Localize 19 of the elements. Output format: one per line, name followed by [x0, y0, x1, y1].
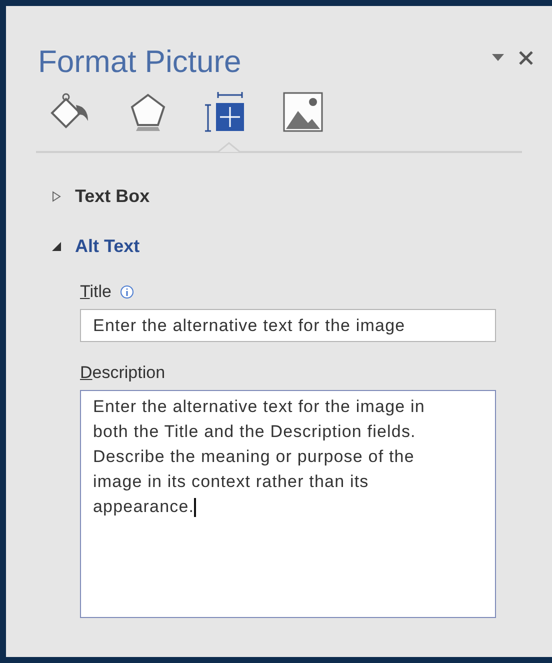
- dropdown-caret-icon[interactable]: [492, 54, 504, 62]
- title-field[interactable]: Enter the alternative text for the image: [80, 309, 496, 342]
- collapsed-triangle-icon: [52, 190, 61, 202]
- format-tab[interactable]: [282, 91, 324, 133]
- pane-title: Format Picture: [38, 46, 242, 77]
- section-header[interactable]: Text Box: [52, 171, 552, 221]
- info-icon[interactable]: [120, 285, 134, 299]
- field-label: Title: [80, 281, 112, 304]
- size-position-icon: [204, 91, 246, 133]
- picture-icon: [282, 91, 324, 133]
- format-tab[interactable]: [128, 91, 168, 133]
- text-cursor: [194, 498, 196, 518]
- close-icon[interactable]: [518, 50, 534, 66]
- pentagon-icon: [128, 91, 168, 133]
- description-field[interactable]: Enter the alternative text for the image in both the Title and the Description fields. Describe the meaning or purpose of the image in its context rather than its appearance.: [80, 390, 496, 618]
- format-tab[interactable]: [204, 91, 246, 133]
- section-header[interactable]: Alt Text: [52, 221, 552, 271]
- field-label: Description: [80, 362, 166, 384]
- expanded-triangle-icon: [52, 242, 61, 250]
